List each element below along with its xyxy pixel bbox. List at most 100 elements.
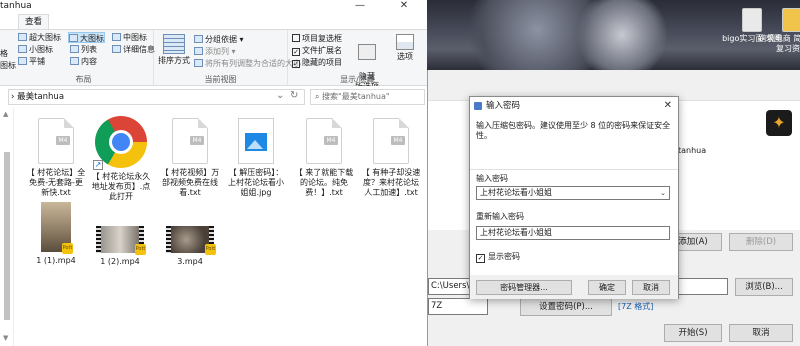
group-by-label: 分组依据 ▾ xyxy=(205,35,244,44)
layout-group: 超大图标 大图标 中图标 小图标 列表 详细信息 平铺 内容 布局 xyxy=(14,30,155,86)
dialog-cancel-button[interactable]: 取消 xyxy=(632,280,670,295)
file-item[interactable]: Pott 1 (1).mp4 xyxy=(26,202,86,266)
file-item[interactable]: M4 【 来了就能下载的论坛。纯免费！】.txt xyxy=(294,118,354,198)
size-columns-icon xyxy=(194,59,203,67)
dropdown-arrow-icon[interactable]: ⌄ xyxy=(660,187,666,199)
file-name: 【 村花视频】万部视频免费在线看.txt xyxy=(160,168,220,197)
add-columns-button[interactable]: 添加列 ▾ xyxy=(194,46,236,57)
file-item[interactable]: M4 【 村花论坛】全免费-无套路-更新快.txt xyxy=(26,118,86,198)
size-columns-button[interactable]: 将所有列调整为合适的大小 xyxy=(194,58,301,69)
image-file-icon xyxy=(238,118,274,164)
hide-selected-icon xyxy=(358,44,376,60)
layout-item-label: 详细信息 xyxy=(123,45,155,54)
options-button[interactable]: 选项 xyxy=(390,34,420,62)
ok-button[interactable]: 确定 xyxy=(588,280,626,295)
dialog-hint: 输入压缩包密码。建议使用至少 8 位的密码来保证安全性。 xyxy=(476,121,671,140)
search-placeholder: 搜索"最美tanhua" xyxy=(322,92,390,101)
file-item[interactable]: Pott 3.mp4 xyxy=(160,226,220,267)
close-button[interactable]: ✕ xyxy=(384,0,424,13)
navigation-pane: ▲ ▼ xyxy=(0,108,14,346)
video-thumbnail-icon: Pott xyxy=(96,226,146,255)
sort-label: 排序方式 xyxy=(158,56,190,65)
layout-tiles[interactable]: 平铺 xyxy=(18,56,45,67)
add-columns-label: 添加列 ▾ xyxy=(205,47,236,56)
layout-extra-large-icons[interactable]: 超大图标 xyxy=(18,32,61,43)
size-columns-label: 将所有列调整为合适的大小 xyxy=(205,59,301,68)
add-columns-icon xyxy=(194,47,203,55)
content-icon xyxy=(70,57,79,65)
text-file-icon: M4 xyxy=(172,118,208,164)
group-label: 布局 xyxy=(75,75,92,84)
ribbon-fragment-top: 格 xyxy=(0,49,8,58)
archive-filename-fragment: tanhua xyxy=(678,146,707,155)
show-password-checkbox[interactable]: ✓ 显示密码 xyxy=(476,251,520,263)
sort-by-button[interactable]: 排序方式 xyxy=(158,34,190,66)
hidden-items-toggle[interactable]: ✓ 隐藏的项目 xyxy=(292,57,342,68)
repeat-password-value: 上村花论坛看小姐姐 xyxy=(480,228,552,237)
text-file-icon: M4 xyxy=(38,118,74,164)
video-badge: Pott xyxy=(205,244,216,255)
start-button[interactable]: 开始(S) xyxy=(664,324,722,342)
refresh-icon[interactable]: ↻ xyxy=(290,90,298,101)
file-item[interactable]: M4 【 有种子却没速度？来村花论坛人工加速】.txt xyxy=(361,118,421,198)
address-field[interactable]: › 最美tanhua xyxy=(8,89,305,105)
checkbox-checked: ✓ xyxy=(292,48,300,56)
app-logo-icon: ✦ xyxy=(766,110,792,136)
layout-small-icons[interactable]: 小图标 xyxy=(18,44,53,55)
file-item[interactable]: M4 【 村花视频】万部视频免费在线看.txt xyxy=(160,118,220,198)
format-link[interactable]: [7Z 格式] xyxy=(618,301,653,312)
dialog-close-button[interactable]: ✕ xyxy=(664,97,672,115)
divider xyxy=(470,169,678,170)
list-icon xyxy=(70,45,79,53)
layout-item-label: 超大图标 xyxy=(29,33,61,42)
group-by-button[interactable]: 分组依据 ▾ xyxy=(194,34,244,45)
checkbox-empty xyxy=(292,34,300,42)
ribbon-tabs: 查看 xyxy=(0,13,427,29)
chrome-icon: ↗ xyxy=(93,116,147,170)
desktop-icon-resume[interactable]: 跨境电商 简历资料 复习资料 xyxy=(757,8,800,54)
text-file-icon: M4 xyxy=(373,118,409,164)
large-icons-icon xyxy=(69,34,78,42)
set-password-button[interactable]: 设置密码(P)... xyxy=(520,298,612,316)
layout-content[interactable]: 内容 xyxy=(70,56,97,67)
layout-details[interactable]: 详细信息 xyxy=(112,44,155,55)
minimize-button[interactable]: — xyxy=(340,0,380,13)
cancel-button[interactable]: 取消 xyxy=(729,324,793,342)
file-item[interactable]: Pott 1 (2).mp4 xyxy=(90,226,150,267)
layout-item-label: 平铺 xyxy=(29,57,45,66)
layout-list[interactable]: 列表 xyxy=(70,44,97,55)
browse-button[interactable]: 浏览(B)... xyxy=(735,278,793,296)
layout-large-icons[interactable]: 大图标 xyxy=(68,32,105,43)
item-checkboxes-toggle[interactable]: 项目复选框 xyxy=(292,33,342,44)
extra-large-icons-icon xyxy=(18,33,27,41)
repeat-password-input[interactable]: 上村花论坛看小姐姐 xyxy=(476,226,670,240)
dialog-title-bar: 输入密码 xyxy=(470,97,678,115)
scroll-up-icon[interactable]: ▲ xyxy=(3,110,8,118)
dialog-title: 输入密码 xyxy=(486,101,521,111)
tiles-icon xyxy=(18,57,27,65)
file-name: 【 来了就能下载的论坛。纯免费！】.txt xyxy=(294,168,354,197)
file-tag: M4 xyxy=(190,136,204,145)
password-input[interactable]: 上村花论坛看小姐姐 ⌄ xyxy=(476,186,670,200)
format-select[interactable]: 7Z xyxy=(428,298,488,315)
address-bar: › 最美tanhua ⌄ ↻ ⌕ 搜索"最美tanhua" xyxy=(0,86,427,108)
desktop-icon-label: 跨境电商 简历资料 复习资料 xyxy=(758,34,800,53)
group-label: 当前视图 xyxy=(204,75,237,84)
layout-item-label: 内容 xyxy=(81,57,97,66)
search-input[interactable]: ⌕ 搜索"最美tanhua" xyxy=(310,89,425,105)
file-item[interactable]: ↗ 【 村花论坛永久地址发布页】.点此打开 xyxy=(91,116,151,202)
tab-view[interactable]: 查看 xyxy=(18,14,50,29)
layout-medium-icons[interactable]: 中图标 xyxy=(112,32,147,43)
file-extensions-toggle[interactable]: ✓ 文件扩展名 xyxy=(292,45,342,56)
address-dropdown-icon[interactable]: ⌄ xyxy=(276,90,284,101)
current-view-group: 排序方式 分组依据 ▾ 添加列 ▾ 将所有列调整为合适的大小 当前视图 xyxy=(154,30,301,86)
file-name: 【 村花论坛】全免费-无套路-更新快.txt xyxy=(26,168,86,197)
scroll-down-icon[interactable]: ▼ xyxy=(3,334,8,342)
file-name: 【 村花论坛永久地址发布页】.点此打开 xyxy=(91,172,151,201)
layout-item-label: 中图标 xyxy=(123,33,147,42)
file-item[interactable]: 【 解压密码】：上村花论坛看小姐姐.jpg xyxy=(226,118,286,198)
delete-button[interactable]: 删除(D) xyxy=(729,233,793,251)
nav-scrollbar[interactable] xyxy=(4,152,10,320)
video-badge: Pott xyxy=(135,244,146,255)
password-manager-button[interactable]: 密码管理器... xyxy=(476,280,572,295)
